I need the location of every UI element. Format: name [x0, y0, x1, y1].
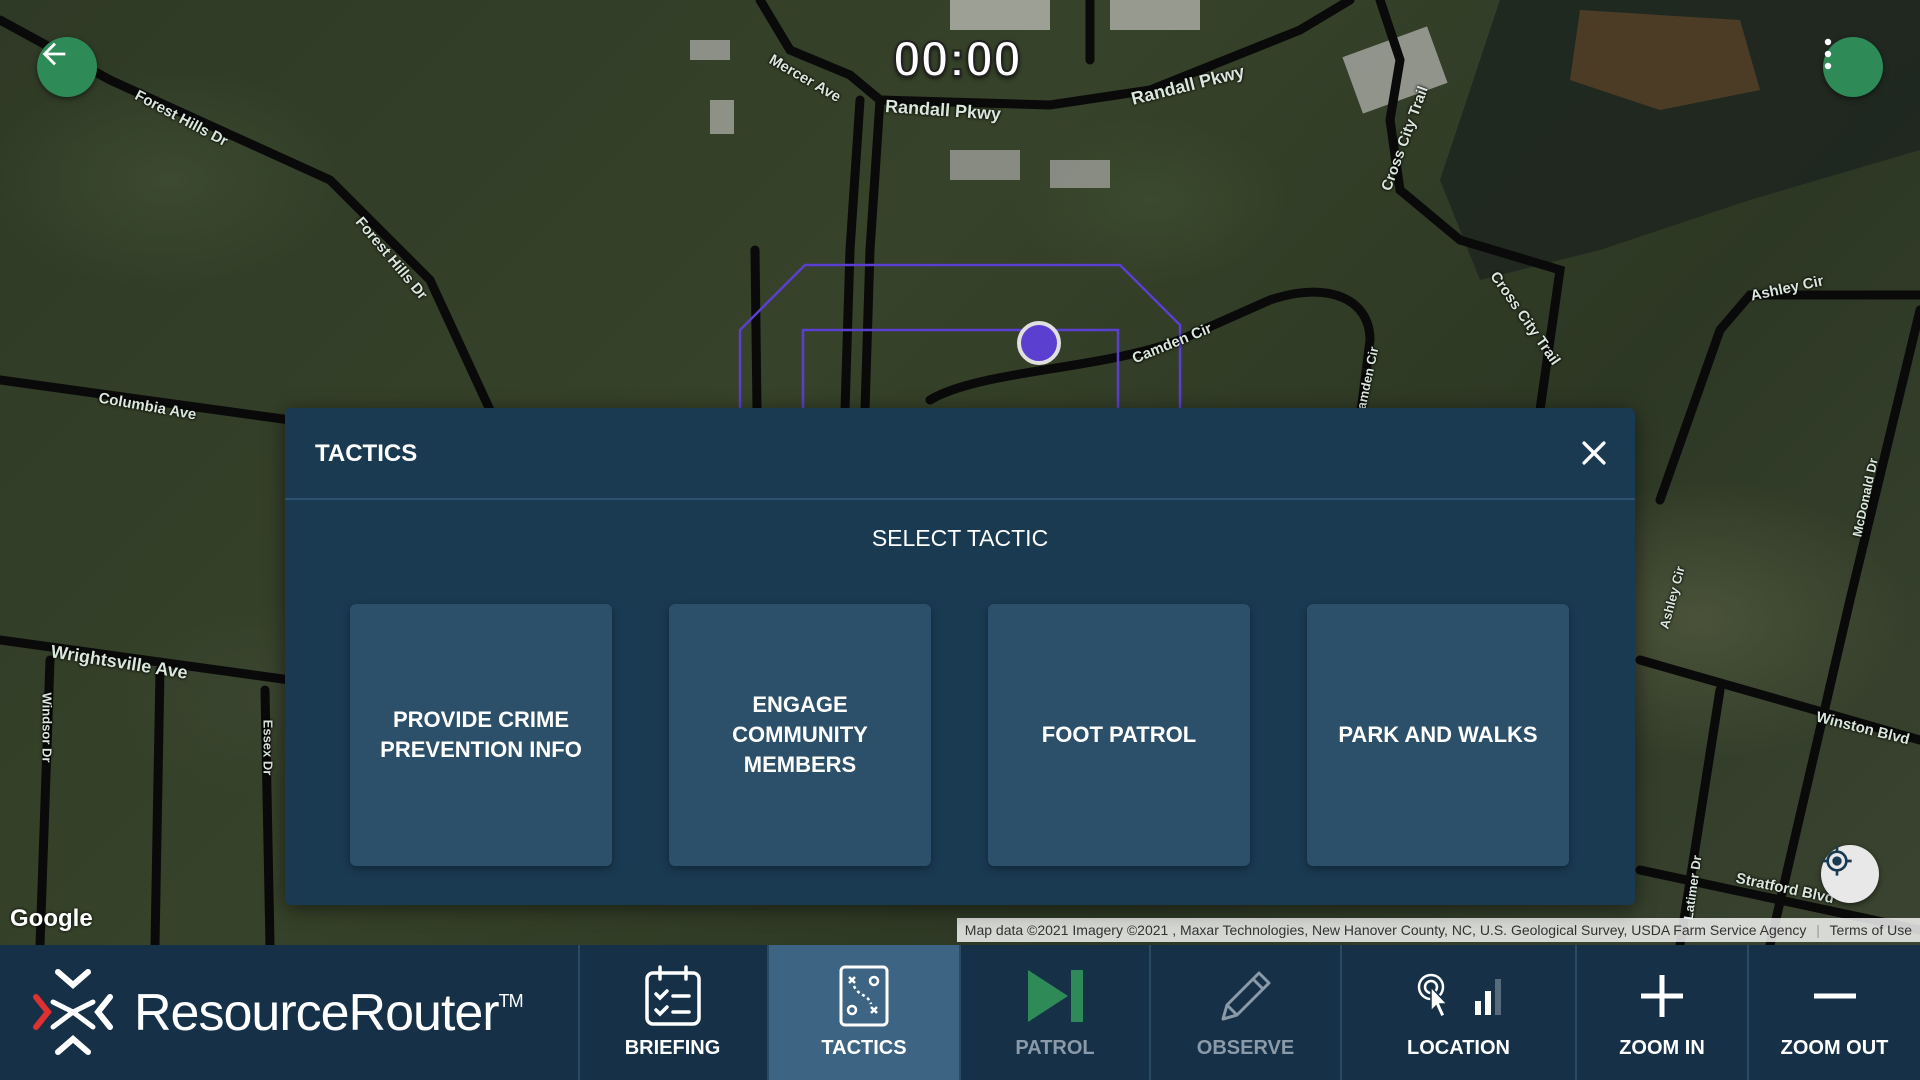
attribution-text: Map data ©2021 Imagery ©2021 , Maxar Tec…: [964, 922, 1807, 938]
tactics-dialog: TACTICS SELECT TACTIC PROVIDE CRIME PREV…: [285, 408, 1635, 905]
dialog-subtitle: SELECT TACTIC: [871, 525, 1049, 551]
nav-label: LOCATION: [1407, 1037, 1510, 1059]
nav-label: PATROL: [1015, 1037, 1095, 1059]
dialog-header: TACTICS: [285, 408, 1635, 500]
more-options-button[interactable]: [1823, 37, 1883, 97]
road-label: Essex Dr: [260, 719, 276, 776]
terms-of-use-link[interactable]: Terms of Use: [1830, 922, 1912, 938]
location-icons: [1379, 963, 1539, 1029]
trademark: TM: [498, 991, 524, 1011]
arrow-left-icon: [42, 42, 66, 66]
brand-name: ResourceRouterTM: [134, 983, 524, 1043]
touch-location-icon: [1417, 973, 1449, 1019]
brand-logo: ResourceRouterTM: [0, 945, 580, 1080]
dialog-title: TACTICS: [315, 440, 418, 467]
tactic-provide-crime-prevention-info[interactable]: PROVIDE CRIME PREVENTION INFO: [350, 604, 612, 866]
plus-icon: [1637, 963, 1687, 1029]
nav-patrol[interactable]: PATROL: [961, 945, 1151, 1080]
nav-label: ZOOM OUT: [1780, 1037, 1889, 1059]
road-label: Windsor Dr: [39, 692, 55, 763]
signal-strength-icon: [1474, 979, 1501, 1015]
map-attribution: Map data ©2021 Imagery ©2021 , Maxar Tec…: [956, 918, 1920, 942]
tactic-foot-patrol[interactable]: FOOT PATROL: [988, 604, 1250, 866]
nav-briefing[interactable]: BRIEFING: [578, 945, 769, 1080]
nav-observe[interactable]: OBSERVE: [1151, 945, 1342, 1080]
nav-label: ZOOM IN: [1619, 1037, 1705, 1059]
play-next-icon: [1024, 963, 1086, 1029]
tactic-label: ENGAGE COMMUNITY MEMBERS: [732, 692, 868, 777]
zoom-out-button[interactable]: ZOOM OUT: [1749, 945, 1920, 1080]
nav-tactics[interactable]: TACTICS: [769, 945, 961, 1080]
brand-text: ResourceRouter: [134, 984, 500, 1042]
nav-label: BRIEFING: [624, 1037, 721, 1059]
resourcerouter-logo-icon: [33, 969, 113, 1055]
tactic-label: PROVIDE CRIME PREVENTION INFO: [380, 707, 582, 762]
patrol-timer: 00:00: [892, 30, 1022, 88]
location-button[interactable]: LOCATION: [1342, 945, 1577, 1080]
tactic-engage-community-members[interactable]: ENGAGE COMMUNITY MEMBERS: [669, 604, 931, 866]
checklist-icon: [644, 963, 702, 1029]
tactic-label: PARK AND WALKS: [1338, 722, 1538, 747]
zoom-in-button[interactable]: ZOOM IN: [1577, 945, 1749, 1080]
playbook-icon: [838, 963, 890, 1029]
tactic-label: FOOT PATROL: [1041, 722, 1197, 747]
my-location-button[interactable]: [1821, 845, 1879, 903]
more-vertical-icon: [1824, 38, 1832, 70]
google-logo: Google: [10, 905, 93, 932]
nav-label: TACTICS: [821, 1037, 907, 1059]
tactic-park-and-walks[interactable]: PARK AND WALKS: [1307, 604, 1569, 866]
nav-label: OBSERVE: [1196, 1037, 1295, 1059]
close-icon[interactable]: [1577, 436, 1611, 470]
minus-icon: [1810, 963, 1860, 1029]
back-button[interactable]: [37, 37, 97, 97]
pencil-icon: [1215, 963, 1277, 1029]
bottom-toolbar: ResourceRouterTM BRIEFING TACTICS PATROL…: [0, 945, 1920, 1080]
crosshair-icon: [1822, 846, 1852, 876]
